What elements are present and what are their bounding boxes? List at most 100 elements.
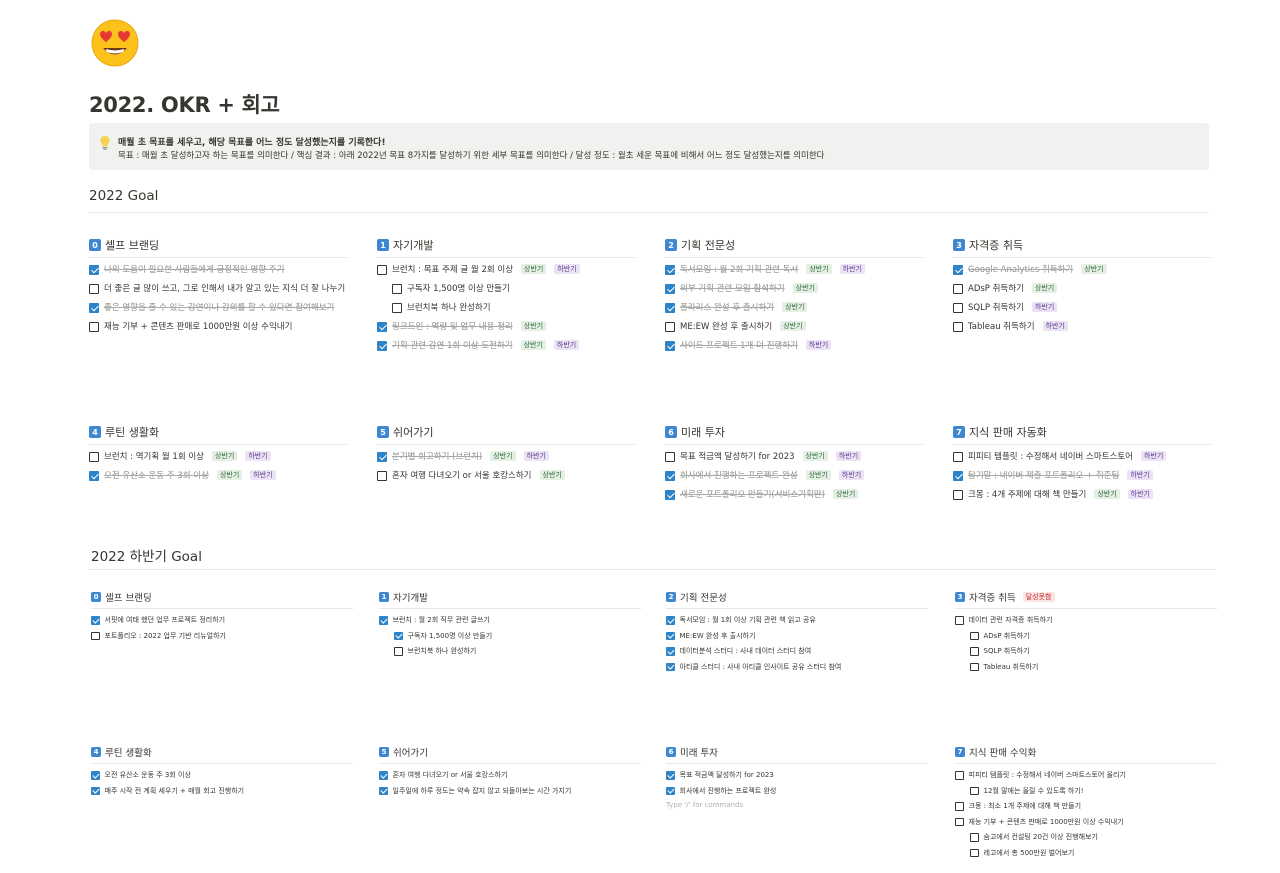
checkbox-checked[interactable]: [91, 616, 100, 625]
checkbox-checked[interactable]: [379, 786, 388, 796]
checkbox-checked[interactable]: [665, 303, 675, 313]
checkbox-checked[interactable]: [377, 452, 387, 462]
todo-text[interactable]: 데이터 관련 자격증 취득하기: [969, 615, 1053, 625]
todo-text[interactable]: 재능 기부 + 콘텐츠 판매로 1000만원 이상 수익내기: [969, 817, 1124, 827]
todo-text[interactable]: 독서모임 : 월 1회 이상 기획 관련 책 읽고 공유: [680, 615, 816, 625]
todo-text[interactable]: 독서모임 : 월 2회 기획 관련 독서: [680, 264, 798, 276]
todo-text[interactable]: 링크드인 : 역량 및 업무 내용 정리: [392, 321, 513, 333]
checkbox-checked[interactable]: [394, 631, 403, 641]
checkbox-checked[interactable]: [666, 616, 675, 625]
column-heading[interactable]: 6 미래 투자: [665, 424, 923, 440]
checkbox-unchecked[interactable]: [89, 322, 99, 332]
todo-text[interactable]: 외부 기획 관련 모임 참석하기: [680, 283, 785, 295]
checkbox-unchecked[interactable]: [665, 322, 675, 332]
column-heading[interactable]: 1 자기개발: [377, 237, 635, 253]
checkbox-checked[interactable]: [666, 771, 675, 780]
todo-text[interactable]: Google Analytics 취득하기: [968, 264, 1073, 276]
checkbox-checked[interactable]: [379, 771, 388, 780]
todo-text[interactable]: 숨고에서 컨설팅 20건 이상 진행해보기: [984, 832, 1098, 842]
checkbox-unchecked[interactable]: [970, 662, 979, 672]
todo-text[interactable]: 오전 유산소 운동 주 3회 이상: [105, 770, 191, 780]
todo-text[interactable]: 재능 기부 + 콘텐츠 판매로 1000만원 이상 수익내기: [104, 321, 292, 333]
checkbox-checked[interactable]: [666, 631, 675, 641]
todo-text[interactable]: 브런치 : 목표 주제 글 월 2회 이상: [392, 264, 513, 276]
checkbox-checked[interactable]: [953, 471, 963, 481]
column-heading[interactable]: 3 자격증 취득 달성못함: [955, 590, 1217, 604]
checkbox-checked[interactable]: [379, 616, 388, 625]
todo-text[interactable]: 폴라리스 완성 후 출시하기: [680, 302, 774, 314]
checkbox-unchecked[interactable]: [953, 490, 963, 500]
todo-text[interactable]: 12월 말에는 올릴 수 있도록 하기!: [984, 786, 1084, 796]
checkbox-unchecked[interactable]: [970, 848, 979, 858]
checkbox-checked[interactable]: [89, 471, 99, 481]
checkbox-checked[interactable]: [665, 471, 675, 481]
checkbox-unchecked[interactable]: [970, 833, 979, 842]
checkbox-unchecked[interactable]: [970, 631, 979, 641]
todo-text[interactable]: 브런치북 하나 완성하기: [407, 302, 491, 314]
column-heading[interactable]: 5 쉬어가기: [377, 424, 635, 440]
todo-text[interactable]: 크몽 : 최소 1개 주제에 대해 책 만들기: [969, 801, 1082, 811]
command-hint[interactable]: Type '/' for commands: [666, 801, 928, 809]
todo-text[interactable]: 브런치 : 역기획 월 1회 이상: [104, 451, 204, 463]
checkbox-checked[interactable]: [666, 647, 675, 656]
checkbox-checked[interactable]: [666, 662, 675, 672]
column-heading[interactable]: 2 기획 전문성: [665, 237, 923, 253]
todo-text[interactable]: ADsP 취득하기: [984, 631, 1030, 641]
todo-text[interactable]: 회사에서 진행하는 프로젝트 완성: [680, 786, 777, 796]
column-heading[interactable]: 5 쉬어가기: [379, 745, 641, 759]
todo-text[interactable]: 새로운 포트폴리오 만들기(서비스기획만): [680, 489, 825, 501]
checkbox-unchecked[interactable]: [394, 647, 403, 656]
todo-text[interactable]: 서핏에 여태 했던 업무 프로젝트 정리하기: [105, 615, 226, 625]
checkbox-unchecked[interactable]: [953, 303, 963, 313]
todo-text[interactable]: ADsP 취득하기: [968, 283, 1024, 295]
checkbox-checked[interactable]: [377, 322, 387, 332]
checkbox-checked[interactable]: [91, 786, 100, 796]
checkbox-checked[interactable]: [91, 771, 100, 780]
todo-text[interactable]: 혼자 여행 다녀오기 or 서울 호캉스하기: [393, 770, 508, 780]
todo-text[interactable]: SQLP 취득하기: [968, 302, 1024, 314]
todo-text[interactable]: 크몽 : 4개 주제에 대해 책 만들기: [968, 489, 1086, 501]
checkbox-checked[interactable]: [377, 341, 387, 351]
checkbox-checked[interactable]: [665, 265, 675, 275]
checkbox-unchecked[interactable]: [392, 303, 402, 313]
checkbox-checked[interactable]: [665, 341, 675, 351]
callout-block[interactable]: 매월 초 목표를 세우고, 해당 목표를 어느 정도 달성했는지를 기록한다! …: [89, 123, 1209, 170]
checkbox-unchecked[interactable]: [377, 265, 387, 275]
todo-text[interactable]: 목표 적금액 달성하기 for 2023: [680, 770, 774, 780]
checkbox-checked[interactable]: [665, 284, 675, 294]
checkbox-unchecked[interactable]: [955, 771, 964, 780]
todo-text[interactable]: 분기별 회고하기 (브런치): [392, 451, 482, 463]
todo-text[interactable]: 브런치 : 월 2회 직무 관련 글쓰기: [393, 615, 490, 625]
column-heading[interactable]: 0 셀프 브랜딩: [91, 590, 353, 604]
column-heading[interactable]: 6 미래 투자: [666, 745, 928, 759]
todo-text[interactable]: SQLP 취득하기: [984, 646, 1030, 656]
todo-text[interactable]: 포트폴리오 : 2022 업무 기반 리뉴얼하기: [105, 631, 226, 641]
column-heading[interactable]: 7 지식 판매 자동화: [953, 424, 1211, 440]
todo-text[interactable]: 오전 유산소 운동 주 3회 이상: [104, 470, 209, 482]
checkbox-unchecked[interactable]: [953, 284, 963, 294]
todo-text[interactable]: 일주일에 하루 정도는 약속 잡지 않고 되돌아보는 시간 가지기: [393, 786, 572, 796]
checkbox-unchecked[interactable]: [91, 631, 100, 641]
todo-text[interactable]: Tableau 취득하기: [984, 662, 1039, 672]
todo-text[interactable]: 탐기말 : 네이버 제출 포트폴리오 + 취준팁: [968, 470, 1119, 482]
checkbox-unchecked[interactable]: [955, 616, 964, 625]
checkbox-unchecked[interactable]: [89, 452, 99, 462]
todo-text[interactable]: 더 좋은 글 많이 쓰고, 그로 인해서 내가 알고 있는 지식 더 잘 나누기: [104, 283, 345, 295]
todo-text[interactable]: 피피티 템플릿 : 수정해서 네이버 스마트스토어: [968, 451, 1133, 463]
checkbox-unchecked[interactable]: [953, 322, 963, 332]
todo-text[interactable]: 피피티 템플릿 : 수정해서 네이버 스마트스토어 올리기: [969, 770, 1126, 780]
todo-text[interactable]: ME:EW 완성 후 출시하기: [680, 321, 772, 333]
checkbox-unchecked[interactable]: [970, 786, 979, 796]
checkbox-unchecked[interactable]: [377, 471, 387, 481]
todo-text[interactable]: 아티클 스터디 : 사내 아티클 인사이트 공유 스터디 참여: [680, 662, 842, 672]
checkbox-unchecked[interactable]: [955, 817, 964, 827]
todo-text[interactable]: 브런치북 하나 완성하기: [408, 646, 477, 656]
checkbox-checked[interactable]: [89, 265, 99, 275]
todo-text[interactable]: ME:EW 완성 후 출시하기: [680, 631, 756, 641]
checkbox-checked[interactable]: [953, 265, 963, 275]
checkbox-unchecked[interactable]: [955, 802, 964, 811]
todo-text[interactable]: 레고에서 총 500만원 벌어보기: [984, 848, 1075, 858]
column-heading[interactable]: 3 자격증 취득: [953, 237, 1211, 253]
checkbox-unchecked[interactable]: [665, 452, 675, 462]
checkbox-unchecked[interactable]: [953, 452, 963, 462]
